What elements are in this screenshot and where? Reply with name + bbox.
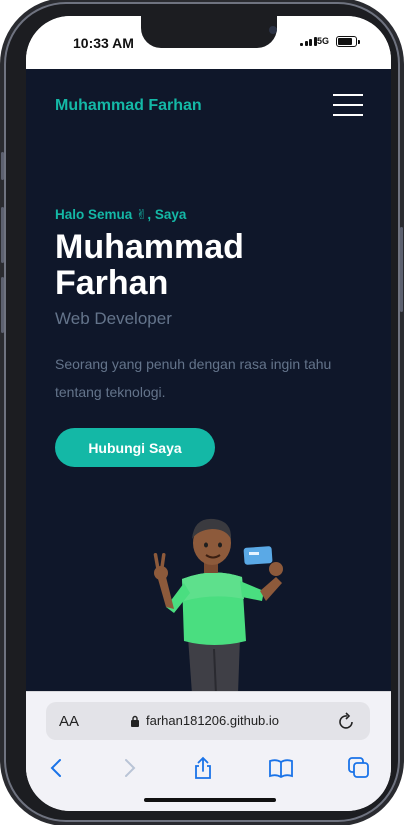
battery-icon xyxy=(336,36,360,47)
mute-switch xyxy=(1,152,4,180)
camera-icon xyxy=(269,26,277,34)
lock-icon xyxy=(131,715,139,727)
hero-name: Muhammad Farhan xyxy=(55,228,244,302)
screen: 10:33 AM 5G Muhammad Farhan Halo Semua ✌… xyxy=(26,16,391,811)
status-time: 10:33 AM xyxy=(73,35,134,51)
url-text: farhan181206.github.io xyxy=(146,713,280,728)
website-hero: Muhammad Farhan Halo Semua ✌, Saya Muham… xyxy=(26,69,391,691)
text-size-label: AA xyxy=(59,713,80,730)
browser-chrome: AA farhan181206.github.io xyxy=(26,691,391,811)
share-icon[interactable] xyxy=(190,755,216,781)
volume-down-button xyxy=(1,277,4,333)
phone-frame: 10:33 AM 5G Muhammad Farhan Halo Semua ✌… xyxy=(1,2,403,822)
volume-up-button xyxy=(1,207,4,263)
menu-icon[interactable] xyxy=(333,93,363,117)
hero-greeting: Halo Semua ✌, Saya xyxy=(55,207,187,222)
status-bar: 10:33 AM 5G xyxy=(26,16,391,69)
hero-role: Web Developer xyxy=(55,309,172,328)
address-bar[interactable]: AA farhan181206.github.io xyxy=(46,702,370,740)
network-label: 5G xyxy=(317,36,330,46)
contact-button[interactable]: Hubungi Saya xyxy=(55,428,215,467)
hero-description: Seorang yang penuh dengan rasa ingin tah… xyxy=(55,356,332,400)
reload-icon[interactable] xyxy=(338,711,356,731)
text-size-icon[interactable]: AA xyxy=(59,713,79,730)
tabs-icon[interactable] xyxy=(346,755,372,781)
home-indicator xyxy=(144,798,276,802)
forward-icon[interactable] xyxy=(116,755,142,781)
signal-icon xyxy=(300,37,317,46)
bookmarks-icon[interactable] xyxy=(268,755,294,781)
url-container[interactable]: farhan181206.github.io xyxy=(130,713,279,728)
back-icon[interactable] xyxy=(44,755,70,781)
notch xyxy=(141,16,277,48)
site-brand[interactable]: Muhammad Farhan xyxy=(55,97,202,115)
avatar-illustration xyxy=(153,518,283,691)
power-button xyxy=(400,227,403,312)
